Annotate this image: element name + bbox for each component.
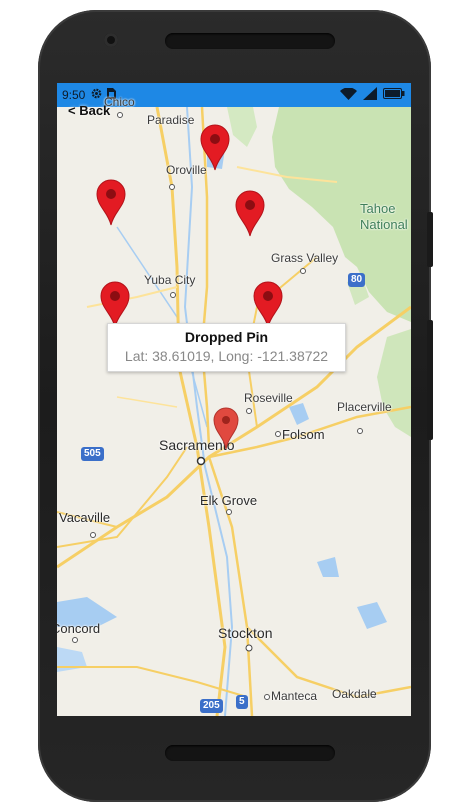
map-label-placerville: Placerville <box>337 400 392 414</box>
map-label-yuba-city: Yuba City <box>144 273 196 287</box>
gear-icon <box>91 88 102 102</box>
battery-icon <box>383 88 405 102</box>
map-label-roseville: Roseville <box>244 391 293 405</box>
map-pin[interactable] <box>95 178 127 226</box>
top-speaker <box>165 33 335 49</box>
status-right <box>340 86 405 103</box>
pin-callout[interactable]: Dropped Pin Lat: 38.61019, Long: -121.38… <box>107 323 346 372</box>
map-pin-icon <box>96 179 126 226</box>
map-pin-icon <box>100 281 130 328</box>
map-pin-icon <box>253 281 283 328</box>
dropped-pin-icon <box>213 407 239 450</box>
map-label-oakdale: Oakdale <box>332 687 377 701</box>
interstate-505-shield: 505 <box>81 447 104 461</box>
map-label-paradise: Paradise <box>147 113 195 127</box>
map-label-manteca: Manteca <box>271 689 318 703</box>
interstate-205-shield: 205 <box>200 699 223 713</box>
map-pin[interactable] <box>199 123 231 171</box>
map-label-concord: Concord <box>57 621 101 636</box>
status-time: 9:50 <box>62 88 86 102</box>
map-pin[interactable] <box>252 280 284 328</box>
map-pin-icon <box>235 190 265 237</box>
map-label-stockton: Stockton <box>218 625 273 641</box>
map-label-grass-valley: Grass Valley <box>271 251 339 265</box>
map-label-tahoe-national: Tahoe National <box>360 201 408 232</box>
interstate-5-shield: 5 <box>236 695 248 709</box>
callout-coordinates: Lat: 38.61019, Long: -121.38722 <box>124 348 329 364</box>
front-camera <box>104 33 118 47</box>
map-label-elk-grove: Elk Grove <box>200 493 258 508</box>
map-pin[interactable] <box>99 280 131 328</box>
wifi-icon <box>340 86 357 103</box>
back-button[interactable]: < Back <box>68 103 110 118</box>
screen: 9:50 Chico Paradise Oroville Tahoe Natio… <box>57 83 411 716</box>
map-pin[interactable] <box>234 189 266 237</box>
map-label-folsom: Folsom <box>282 427 325 442</box>
interstate-80-shield: 80 <box>348 273 366 287</box>
volume-button[interactable] <box>427 320 433 440</box>
map-label-vacaville: Vacaville <box>59 510 111 525</box>
signal-icon <box>363 87 377 103</box>
power-button[interactable] <box>427 212 433 267</box>
callout-title: Dropped Pin <box>184 329 269 345</box>
dropped-pin[interactable] <box>212 406 240 450</box>
bottom-speaker <box>165 745 335 761</box>
map-pin-icon <box>200 124 230 171</box>
